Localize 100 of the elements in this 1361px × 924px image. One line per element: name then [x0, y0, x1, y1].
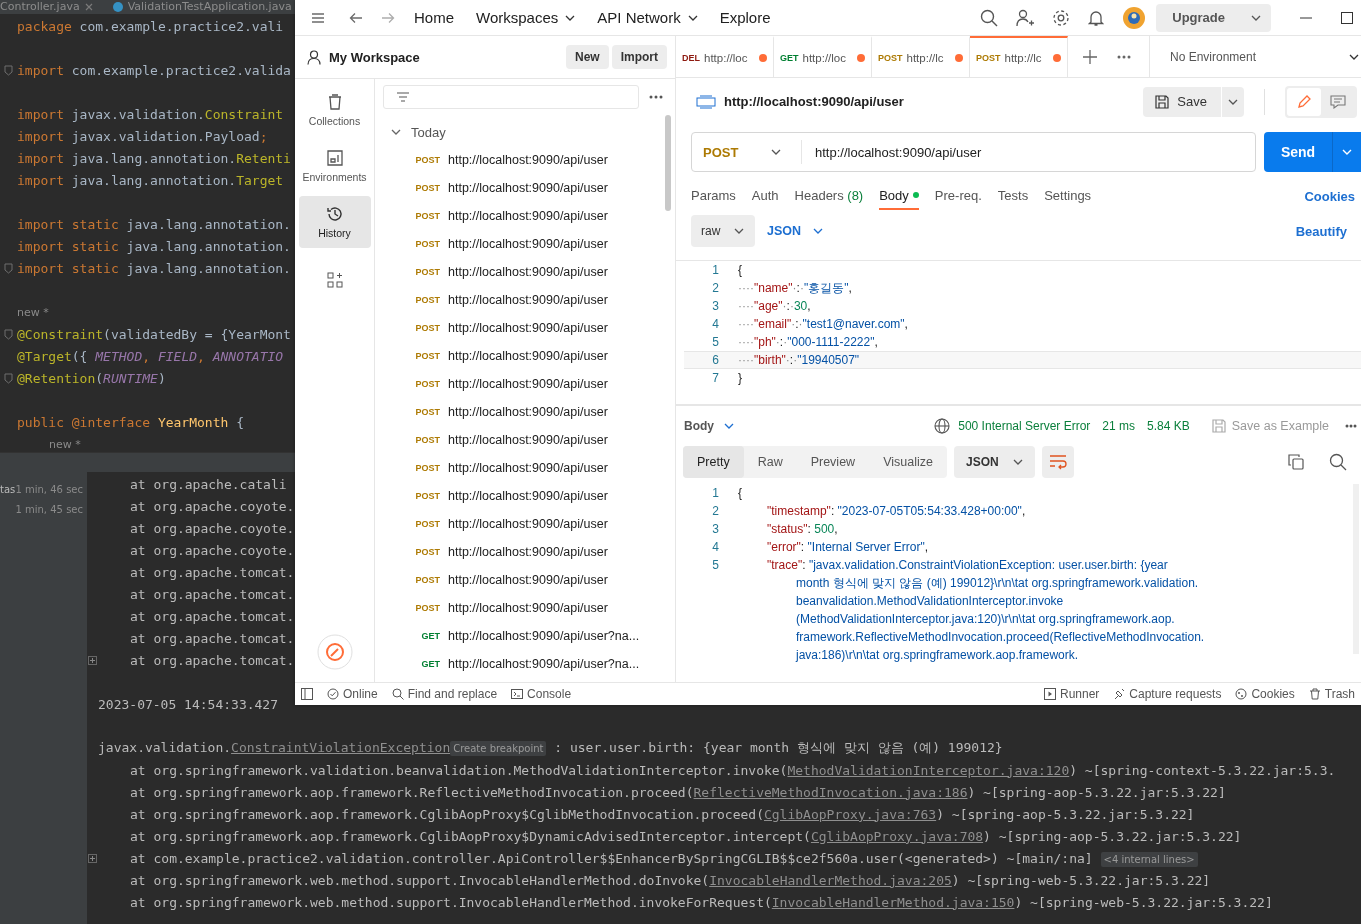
fold-icon[interactable]	[4, 64, 13, 76]
fold-icon[interactable]	[4, 262, 13, 274]
history-item[interactable]: http://localhost:9090/api/user	[448, 153, 608, 167]
response-section-dropdown[interactable]: Body	[684, 419, 734, 433]
workspace-button[interactable]: New	[565, 45, 609, 69]
method-dropdown[interactable]: POST	[692, 140, 802, 164]
history-item[interactable]: http://localhost:9090/api/user?na...	[448, 629, 640, 643]
add-widget-icon[interactable]	[326, 272, 343, 288]
status-bar-item[interactable]: Capture requests	[1113, 687, 1222, 701]
history-item[interactable]: http://localhost:9090/api/user	[448, 209, 608, 223]
request-section-tab[interactable]: Settings	[1044, 182, 1092, 210]
add-user-icon[interactable]	[1016, 8, 1035, 27]
toggle-sidebar-icon[interactable]	[301, 688, 313, 700]
body-type-dropdown[interactable]: raw	[691, 215, 755, 247]
back-arrow-icon[interactable]	[349, 11, 363, 24]
search-icon[interactable]	[980, 8, 999, 27]
file-link[interactable]: MethodValidationInterceptor.java:120	[787, 762, 1070, 778]
save-options-button[interactable]	[1222, 86, 1244, 117]
close-icon[interactable]	[84, 3, 93, 11]
save-button[interactable]: Save	[1143, 86, 1221, 117]
history-item[interactable]: http://localhost:9090/api/user	[448, 489, 608, 503]
request-section-tab[interactable]: Tests	[997, 182, 1029, 210]
settings-icon[interactable]	[1052, 8, 1071, 27]
add-tab-icon[interactable]	[1083, 49, 1097, 64]
more-options-icon[interactable]	[1117, 54, 1131, 59]
nav-menu-item[interactable]: API Network	[586, 9, 709, 26]
sidebar-tab[interactable]: Collections	[298, 84, 371, 136]
edit-mode-button[interactable]	[1287, 87, 1321, 116]
copy-icon[interactable]	[1288, 454, 1304, 470]
file-link[interactable]: ConstraintViolationException	[231, 740, 451, 755]
history-item[interactable]: http://localhost:9090/api/user	[448, 461, 608, 475]
upgrade-button[interactable]: Upgrade	[1156, 3, 1271, 32]
request-section-tab[interactable]: Pre-req.	[934, 182, 982, 210]
request-title[interactable]: http://localhost:9090/api/user	[724, 94, 904, 109]
history-item[interactable]: http://localhost:9090/api/user	[448, 321, 608, 335]
view-tab[interactable]: Pretty	[683, 446, 744, 478]
file-link[interactable]: InvocableHandlerMethod.java:150	[771, 894, 1015, 910]
beautify-link[interactable]: Beautify	[1295, 223, 1347, 239]
request-tab[interactable]: GET http://loc	[774, 36, 872, 77]
request-section-tab[interactable]: Headers (8)	[794, 182, 864, 210]
wrap-lines-button[interactable]	[1041, 446, 1074, 478]
circle-slash-icon[interactable]	[316, 634, 353, 670]
file-link[interactable]: ReflectiveMethodInvocation.java:186	[693, 784, 968, 800]
fold-icon[interactable]	[4, 328, 13, 340]
expand-icon[interactable]	[88, 853, 97, 863]
history-item[interactable]: http://localhost:9090/api/user	[448, 349, 608, 363]
history-item[interactable]: http://localhost:9090/api/user	[448, 433, 608, 447]
history-item[interactable]: http://localhost:9090/api/user	[448, 181, 608, 195]
file-link[interactable]: InvocableHandlerMethod.java:205	[709, 872, 952, 888]
status-bar-item[interactable]: Console	[511, 687, 572, 701]
inlay-hint[interactable]: new *	[17, 437, 81, 451]
run-item-name[interactable]: tas	[0, 483, 16, 495]
nav-menu-item[interactable]: Explore	[708, 9, 782, 26]
request-section-tab[interactable]: Params	[691, 182, 736, 210]
history-item[interactable]: http://localhost:9090/api/user	[448, 573, 608, 587]
status-text[interactable]: 500 Internal Server Error	[958, 419, 1091, 433]
workspace-button[interactable]: Import	[611, 45, 667, 69]
environment-dropdown[interactable]: No Environment	[1149, 36, 1361, 77]
request-tab[interactable]: POST http://lc	[872, 36, 970, 77]
request-section-tab[interactable]: Body	[879, 182, 919, 210]
response-time[interactable]: 21 ms	[1102, 419, 1135, 433]
nav-menu-item[interactable]: Workspaces	[465, 9, 587, 26]
url-field[interactable]: http://localhost:9090/api/user	[802, 144, 982, 160]
view-tab[interactable]: Raw	[743, 446, 797, 478]
response-size[interactable]: 5.84 KB	[1147, 419, 1190, 433]
history-item[interactable]: http://localhost:9090/api/user	[448, 237, 608, 251]
history-item[interactable]: http://localhost:9090/api/user	[448, 601, 608, 615]
format-dropdown[interactable]: JSON	[953, 446, 1035, 478]
console-chip[interactable]: <4 internal lines>	[1100, 851, 1198, 867]
scrollbar[interactable]	[665, 115, 671, 211]
request-section-tab[interactable]: Auth	[751, 182, 779, 210]
status-bar-item[interactable]: Trash	[1308, 687, 1355, 701]
request-tab[interactable]: POST http://lc	[970, 36, 1068, 77]
request-tab[interactable]: DEL http://loc	[676, 36, 774, 77]
expand-icon[interactable]	[88, 655, 97, 665]
history-item[interactable]: http://localhost:9090/api/user	[448, 545, 608, 559]
history-item[interactable]: http://localhost:9090/api/user	[448, 265, 608, 279]
nav-menu-item[interactable]: Home	[403, 9, 465, 26]
history-item[interactable]: http://localhost:9090/api/user?na...	[448, 657, 640, 671]
maximize-icon[interactable]	[1341, 11, 1353, 24]
history-item[interactable]: http://localhost:9090/api/user	[448, 517, 608, 531]
status-bar-item[interactable]: Runner	[1044, 687, 1100, 701]
more-options-icon[interactable]	[1345, 424, 1357, 428]
file-link[interactable]: CglibAopProxy.java:763	[763, 806, 937, 822]
sidebar-tab[interactable]: Environments	[298, 140, 371, 192]
view-tab[interactable]: Preview	[796, 446, 870, 478]
history-item[interactable]: http://localhost:9090/api/user	[448, 405, 608, 419]
notification-bell-icon[interactable]	[1088, 8, 1105, 27]
search-icon[interactable]	[1329, 453, 1347, 471]
history-item[interactable]: http://localhost:9090/api/user	[448, 293, 608, 307]
file-link[interactable]: CglibAopProxy.java:708	[810, 828, 984, 844]
globe-icon[interactable]	[934, 418, 951, 434]
view-tab[interactable]: Visualize	[869, 446, 947, 478]
inlay-hint[interactable]: new *	[17, 305, 49, 319]
send-button[interactable]: Send	[1264, 132, 1332, 172]
history-item[interactable]: http://localhost:9090/api/user	[448, 377, 608, 391]
filter-field[interactable]	[383, 85, 639, 109]
history-group-label[interactable]: Today	[411, 124, 446, 140]
sidebar-tab[interactable]: History	[298, 196, 371, 248]
status-bar-item[interactable]: Cookies	[1235, 687, 1295, 701]
